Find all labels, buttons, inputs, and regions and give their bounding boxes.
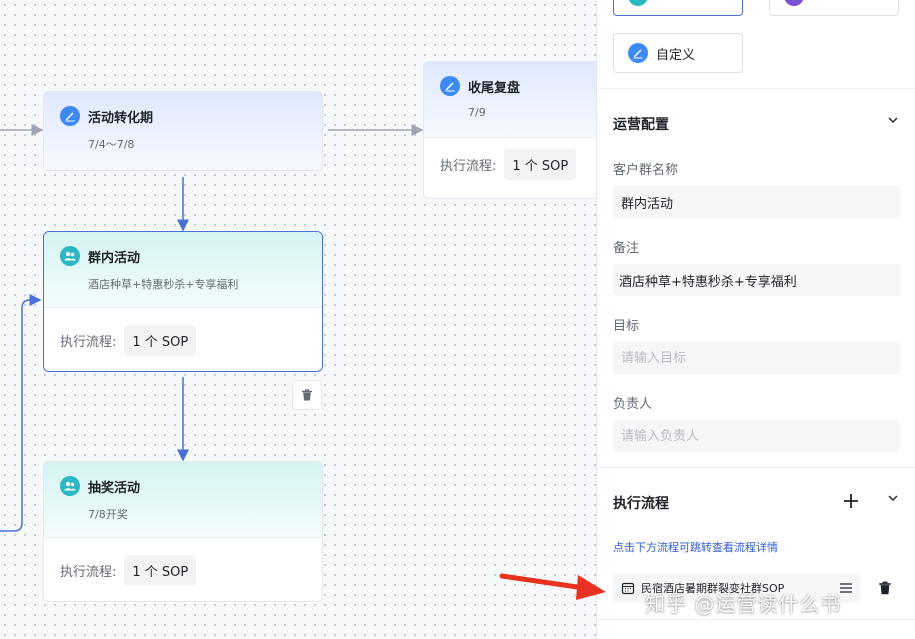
connector-side-loop xyxy=(0,294,42,532)
node-title: 活动转化期 xyxy=(88,110,154,126)
group-icon xyxy=(60,246,80,266)
node-header: 收尾复盘 7/9 xyxy=(424,62,596,138)
annotation-arrow xyxy=(499,573,606,600)
node-title: 抽奖活动 xyxy=(88,480,141,496)
goal-input[interactable] xyxy=(613,342,900,374)
node-subtitle: 7/9 xyxy=(468,106,486,119)
divider xyxy=(597,619,915,620)
exec-flow-hint: 点击下方流程可跳转查看流程详情 xyxy=(613,541,778,554)
sop-tag[interactable]: 1 个 SOP xyxy=(124,555,197,586)
node-subtitle: 7/8开奖 xyxy=(88,508,128,521)
template-custom-label: 自定义 xyxy=(656,47,696,63)
remark-input[interactable] xyxy=(613,264,900,296)
node-flow-row: 执行流程: 1 个 SOP xyxy=(44,308,322,367)
edit-icon xyxy=(440,76,460,96)
watermark: 知乎 @运营读什么书 xyxy=(645,592,842,616)
node-header: 活动转化期 7/4～7/8 xyxy=(44,92,322,170)
flow-label: 执行流程: xyxy=(440,159,497,174)
ops-config-title: 运营配置 xyxy=(613,117,669,133)
node-subtitle: 酒店种草+特惠秒杀+专享福利 xyxy=(88,278,239,291)
template-button-other[interactable] xyxy=(769,0,899,16)
template-button-custom[interactable]: 自定义 xyxy=(613,33,743,73)
owner-input[interactable] xyxy=(613,420,900,452)
node-flow-row: 执行流程: 1 个 SOP xyxy=(44,538,322,597)
plus-icon[interactable] xyxy=(842,492,860,510)
flow-label: 执行流程: xyxy=(60,565,117,580)
owner-label: 负责人 xyxy=(613,397,653,412)
node-header: 群内活动 酒店种草+特惠秒杀+专享福利 xyxy=(44,232,322,308)
group-icon xyxy=(60,476,80,496)
divider xyxy=(597,88,915,89)
trash-icon xyxy=(302,389,312,401)
group-icon xyxy=(628,0,648,6)
group-name-input[interactable] xyxy=(613,186,900,218)
chevron-down-icon[interactable] xyxy=(886,113,900,127)
node-conversion-period[interactable]: 活动转化期 7/4～7/8 xyxy=(43,91,323,171)
template-button-group[interactable] xyxy=(613,0,743,16)
template-icon xyxy=(784,0,804,6)
node-title: 收尾复盘 xyxy=(468,80,521,96)
edit-icon xyxy=(628,43,648,63)
group-name-label: 客户群名称 xyxy=(613,163,679,178)
flow-canvas[interactable]: 活动转化期 7/4～7/8 收尾复盘 7/9 执行流程: 1 个 SOP 群内活… xyxy=(0,0,596,639)
chevron-down-icon[interactable] xyxy=(886,491,900,505)
edit-icon xyxy=(60,106,80,126)
delete-node-button[interactable] xyxy=(292,380,322,410)
flow-label: 执行流程: xyxy=(60,335,117,350)
exec-flow-title: 执行流程 xyxy=(613,496,669,512)
config-panel: 自定义 运营配置 客户群名称 备注 目标 负责人 执行流程 点击下方流程可跳转查… xyxy=(596,0,915,639)
sop-tag[interactable]: 1 个 SOP xyxy=(504,149,577,180)
divider xyxy=(597,467,915,468)
node-review[interactable]: 收尾复盘 7/9 执行流程: 1 个 SOP xyxy=(423,61,596,199)
node-lottery[interactable]: 抽奖活动 7/8开奖 执行流程: 1 个 SOP xyxy=(43,461,323,602)
remark-label: 备注 xyxy=(613,241,640,256)
node-title: 群内活动 xyxy=(88,250,141,266)
node-group-activity[interactable]: 群内活动 酒店种草+特惠秒杀+专享福利 执行流程: 1 个 SOP xyxy=(43,231,323,372)
node-flow-row: 执行流程: 1 个 SOP xyxy=(424,138,596,191)
goal-label: 目标 xyxy=(613,319,640,334)
calendar-icon xyxy=(621,582,635,595)
sop-tag[interactable]: 1 个 SOP xyxy=(124,325,197,356)
node-header: 抽奖活动 7/8开奖 xyxy=(44,462,322,538)
trash-icon[interactable] xyxy=(877,580,893,596)
node-subtitle: 7/4～7/8 xyxy=(88,138,135,151)
